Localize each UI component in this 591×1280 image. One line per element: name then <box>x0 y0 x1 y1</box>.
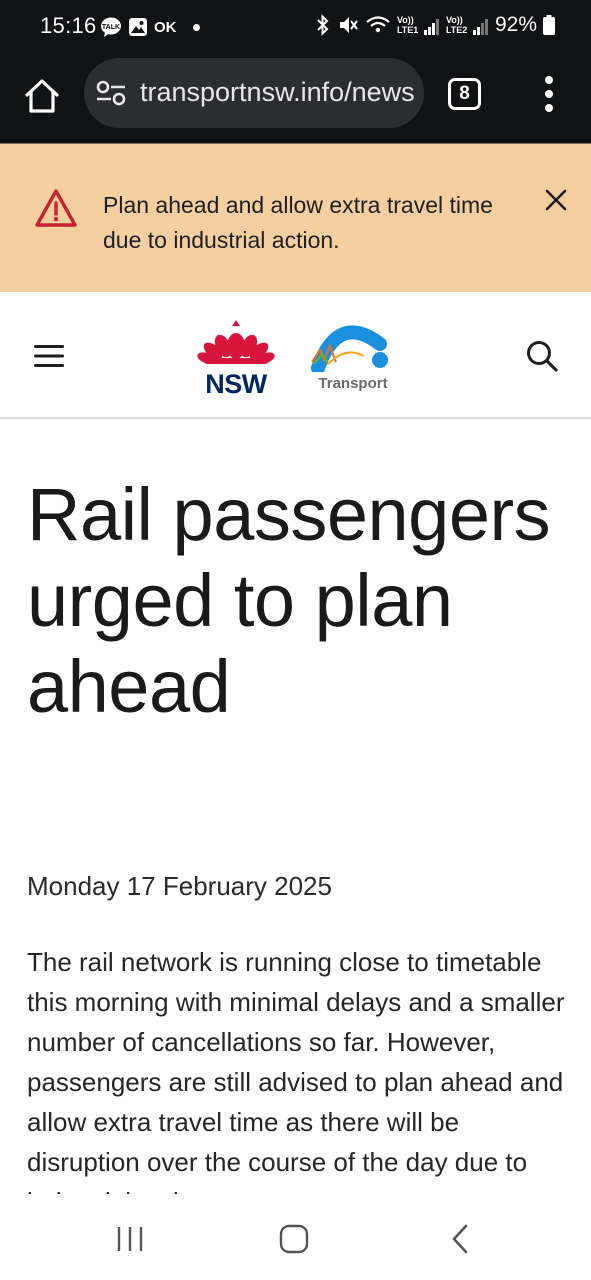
warning-triangle-icon <box>35 189 77 227</box>
transport-mark-icon <box>311 325 388 375</box>
alert-banner: Plan ahead and allow extra travel time d… <box>0 143 591 292</box>
tabs-icon[interactable]: 8 <box>448 78 481 110</box>
status-bar: 15:16 TALK OK Vo)) LTE1 Vo)) LTE2 92% <box>0 0 591 52</box>
battery-icon <box>543 15 555 35</box>
signal-lte1-icon: Vo)) LTE1 <box>397 15 440 35</box>
home-icon[interactable] <box>22 76 62 116</box>
battery-percent: 92% <box>494 13 537 36</box>
signal-lte2-icon: Vo)) LTE2 <box>446 15 489 35</box>
bluetooth-icon <box>317 14 329 36</box>
home-button-icon[interactable] <box>279 1224 309 1254</box>
waratah-icon <box>197 320 275 364</box>
tab-count: 8 <box>459 83 470 104</box>
svg-text:TALK: TALK <box>102 24 120 31</box>
transport-logo-text: Transport <box>318 375 388 392</box>
article-body: The rail network is running close to tim… <box>27 947 565 1194</box>
close-icon[interactable] <box>544 188 568 212</box>
ok-icon: OK <box>154 18 177 36</box>
site-header: NSW Transport <box>0 292 591 419</box>
address-bar[interactable]: transportnsw.info/news <box>84 58 424 128</box>
status-time: 15:16 <box>40 13 97 38</box>
article-date: Monday 17 February 2025 <box>27 871 332 901</box>
browser-toolbar: transportnsw.info/news 8 <box>0 52 591 144</box>
hamburger-menu-icon[interactable] <box>34 344 64 368</box>
system-nav-bar <box>0 1194 591 1280</box>
transport-logo[interactable]: Transport <box>308 316 398 392</box>
system-icons: Vo)) LTE1 Vo)) LTE2 92% <box>315 13 555 37</box>
notification-icons: TALK OK <box>100 16 200 38</box>
lte2-label: Vo)) LTE2 <box>445 15 468 35</box>
nsw-logo-text: NSW <box>205 369 267 399</box>
site-settings-icon[interactable] <box>96 80 126 106</box>
search-icon[interactable] <box>525 339 559 373</box>
lte1-label: Vo)) LTE1 <box>396 15 419 35</box>
more-menu-icon[interactable] <box>536 74 562 114</box>
dot-icon <box>192 23 200 31</box>
back-icon[interactable] <box>450 1224 470 1254</box>
nsw-logo[interactable]: NSW <box>196 318 276 398</box>
gallery-icon <box>129 18 147 36</box>
talk-icon: TALK <box>101 17 121 37</box>
alert-message: Plan ahead and allow extra travel time d… <box>103 192 493 253</box>
article-headline: Rail passengers urged to plan ahead <box>27 473 551 728</box>
mute-icon <box>339 17 358 33</box>
recent-apps-icon[interactable] <box>116 1226 144 1252</box>
wifi-icon <box>366 16 390 33</box>
url-text[interactable]: transportnsw.info/news <box>140 77 415 108</box>
